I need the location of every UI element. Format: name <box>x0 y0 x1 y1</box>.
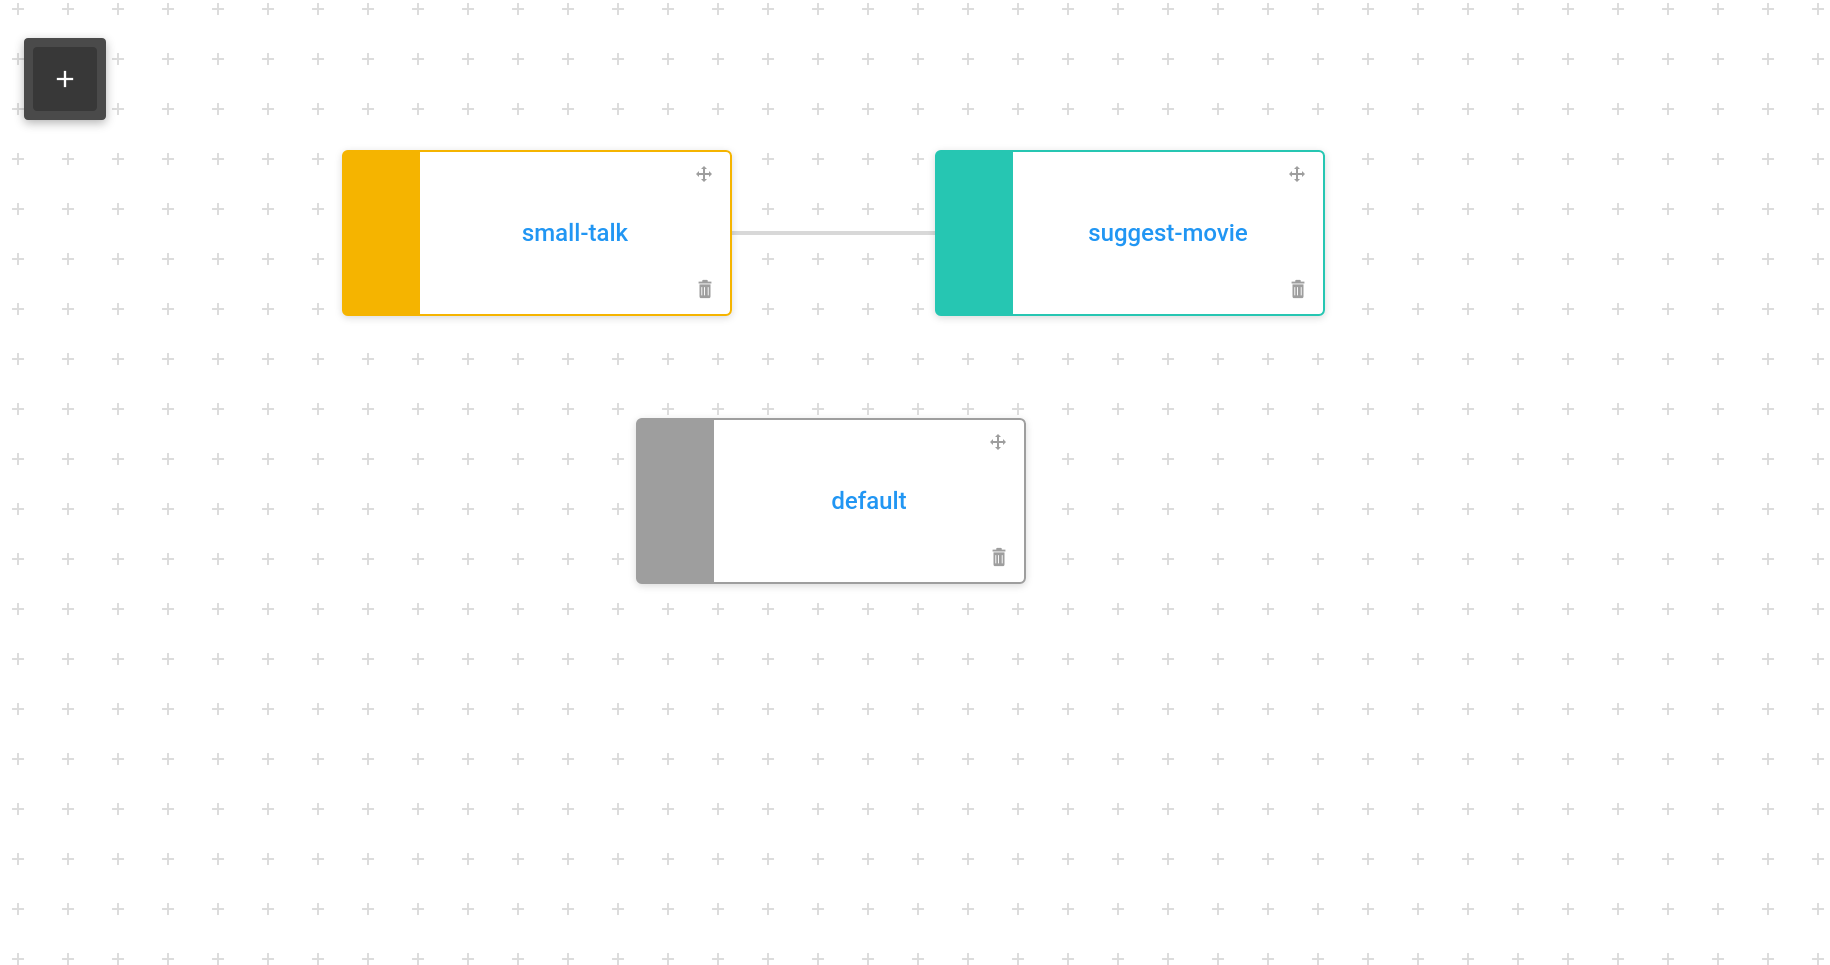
node-body: small-talk <box>420 150 732 316</box>
node-default[interactable]: default <box>636 418 1026 584</box>
trash-icon <box>988 546 1010 568</box>
move-icon <box>692 164 716 188</box>
trash-icon <box>694 278 716 300</box>
node-label: small-talk <box>522 219 628 247</box>
move-icon <box>986 432 1010 456</box>
node-color-strip <box>636 418 714 584</box>
node-small-talk[interactable]: small-talk <box>342 150 732 316</box>
move-icon <box>1285 164 1309 188</box>
delete-button[interactable] <box>988 546 1010 570</box>
add-node-panel <box>24 38 106 120</box>
add-node-button[interactable] <box>33 47 97 111</box>
node-label: suggest-movie <box>1088 219 1248 247</box>
trash-icon <box>1287 278 1309 300</box>
move-handle[interactable] <box>986 432 1010 456</box>
node-label: default <box>831 487 906 515</box>
edge-small-talk-to-suggest-movie <box>732 231 935 235</box>
flow-canvas[interactable]: small-talk suggest-movie <box>0 0 1830 956</box>
delete-button[interactable] <box>694 278 716 302</box>
delete-button[interactable] <box>1287 278 1309 302</box>
move-handle[interactable] <box>1285 164 1309 188</box>
move-handle[interactable] <box>692 164 716 188</box>
node-color-strip <box>935 150 1013 316</box>
node-color-strip <box>342 150 420 316</box>
node-body: suggest-movie <box>1013 150 1325 316</box>
node-suggest-movie[interactable]: suggest-movie <box>935 150 1325 316</box>
plus-icon <box>51 65 79 93</box>
node-body: default <box>714 418 1026 584</box>
